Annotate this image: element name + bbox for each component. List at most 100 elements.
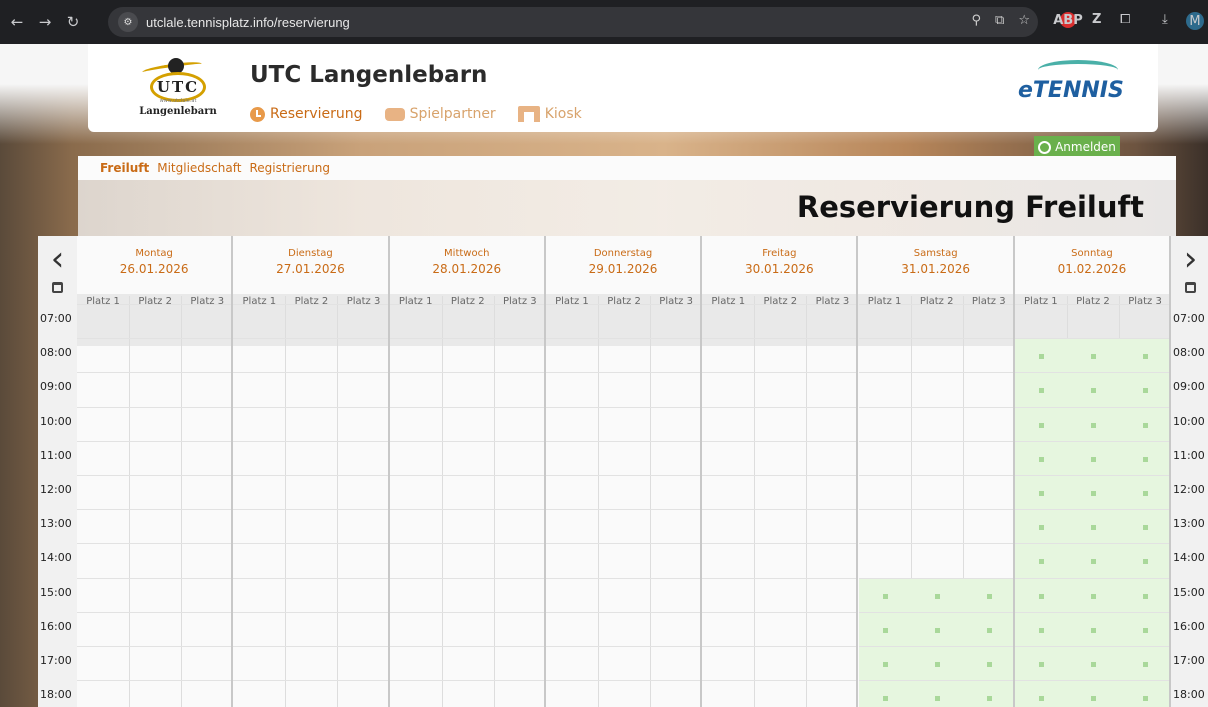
free-slot[interactable] xyxy=(1090,593,1096,599)
free-slot[interactable] xyxy=(1143,593,1149,599)
star-icon[interactable]: ☆ xyxy=(1018,13,1030,28)
time-label: 17:00 xyxy=(40,654,72,667)
free-slot[interactable] xyxy=(1038,456,1044,462)
free-slot[interactable] xyxy=(1038,696,1044,702)
time-label: 07:00 xyxy=(40,312,72,325)
day-column: Dienstag 27.01.2026 Platz 1 Platz 2 Platz 3 xyxy=(233,236,390,707)
address-bar[interactable]: ⚙ utclale.tennisplatz.info/reservierung … xyxy=(108,7,1038,37)
nav-item-kiosk[interactable]: Kiosk xyxy=(517,106,582,122)
clock-icon xyxy=(250,106,265,122)
free-slot[interactable] xyxy=(882,593,888,599)
adblock-icon[interactable]: ABP xyxy=(1053,12,1083,28)
free-slot[interactable] xyxy=(1038,354,1044,360)
free-slot[interactable] xyxy=(934,662,940,667)
free-slot[interactable] xyxy=(882,662,888,667)
free-slot[interactable] xyxy=(1038,662,1044,667)
free-slot[interactable] xyxy=(1038,627,1044,633)
free-slot[interactable] xyxy=(1090,559,1096,565)
free-slot[interactable] xyxy=(1038,559,1044,565)
calendar-icon[interactable] xyxy=(52,282,63,293)
free-slot[interactable] xyxy=(882,696,888,702)
reload-icon[interactable]: ↻ xyxy=(62,13,84,31)
club-title: UTC Langenlebarn xyxy=(250,62,488,88)
calendar-icon[interactable] xyxy=(1185,282,1196,293)
free-slot[interactable] xyxy=(1143,388,1149,394)
free-slot[interactable] xyxy=(934,627,940,633)
free-slot[interactable] xyxy=(1143,491,1149,496)
time-row xyxy=(233,440,388,475)
free-slot[interactable] xyxy=(1090,354,1096,360)
free-slot[interactable] xyxy=(882,627,888,633)
prev-week-button[interactable]: ‹ xyxy=(38,242,77,276)
time-row xyxy=(77,543,232,577)
handshake-icon xyxy=(384,107,405,121)
time-row xyxy=(233,338,388,372)
login-button[interactable]: Anmelden xyxy=(1034,136,1120,158)
free-slot[interactable] xyxy=(934,696,940,702)
free-slot[interactable] xyxy=(1143,456,1149,462)
time-row xyxy=(77,406,232,441)
free-slot[interactable] xyxy=(1090,456,1096,462)
free-slot[interactable] xyxy=(1090,422,1096,428)
zoom-icon[interactable]: ⚲ xyxy=(972,13,982,28)
next-week-button[interactable]: › xyxy=(1171,242,1208,276)
z-extension-icon[interactable]: Z xyxy=(1092,12,1101,27)
free-slot[interactable] xyxy=(1143,559,1149,565)
site-settings-icon[interactable]: ⚙ xyxy=(118,12,138,32)
time-label: 17:00 xyxy=(1173,654,1205,667)
download-icon[interactable]: ⤓ xyxy=(1162,12,1168,27)
url-text[interactable]: utclale.tennisplatz.info/reservierung xyxy=(146,15,350,30)
nav-item-reservierung[interactable]: Reservierung xyxy=(250,106,363,122)
time-row xyxy=(233,543,388,577)
time-row xyxy=(389,475,544,509)
free-slot[interactable] xyxy=(1143,422,1149,428)
back-icon[interactable]: ← xyxy=(6,13,28,31)
club-logo[interactable]: UTC www.utclale.at Langenlebarn xyxy=(134,58,224,120)
subnav-item-mitgliedschaft[interactable]: Mitgliedschaft xyxy=(157,161,241,175)
free-slot[interactable] xyxy=(1143,525,1149,531)
free-slot[interactable] xyxy=(1143,662,1149,667)
puzzle-icon[interactable]: ⧠ xyxy=(1120,12,1130,27)
free-slot[interactable] xyxy=(1143,354,1149,360)
free-slot[interactable] xyxy=(1038,388,1044,394)
time-label: 13:00 xyxy=(1173,517,1205,531)
time-row xyxy=(858,338,1013,372)
day-header: Freitag 30.01.2026 xyxy=(702,236,856,288)
cast-icon[interactable]: ⧉ xyxy=(995,13,1004,28)
time-row xyxy=(702,475,857,509)
time-label: 09:00 xyxy=(40,380,72,394)
free-slot[interactable] xyxy=(1038,593,1044,599)
free-slot[interactable] xyxy=(1090,662,1096,667)
free-slot[interactable] xyxy=(986,593,992,599)
subnav-item-freiluft[interactable]: Freiluft xyxy=(100,161,149,175)
profile-avatar[interactable]: M xyxy=(1186,12,1204,30)
forward-icon[interactable]: → xyxy=(34,13,56,31)
day-header: Samstag 31.01.2026 xyxy=(859,236,1013,288)
time-row xyxy=(389,372,544,406)
time-label: 16:00 xyxy=(1173,619,1205,633)
day-header: Donnerstag 29.01.2026 xyxy=(546,236,700,288)
free-slot[interactable] xyxy=(1090,491,1096,496)
free-slot[interactable] xyxy=(1143,696,1149,702)
free-slot[interactable] xyxy=(986,662,992,667)
time-row xyxy=(233,475,388,509)
free-slot[interactable] xyxy=(1090,627,1096,633)
time-label: 15:00 xyxy=(40,585,72,599)
free-slot[interactable] xyxy=(1090,696,1096,702)
free-slot[interactable] xyxy=(1038,491,1044,496)
free-slot[interactable] xyxy=(1090,388,1096,394)
free-slot[interactable] xyxy=(986,627,992,633)
free-slot[interactable] xyxy=(934,593,940,599)
free-slot[interactable] xyxy=(1038,525,1044,531)
etennis-logo[interactable]: eTENNIS xyxy=(1018,58,1128,106)
nav-item-spielpartner[interactable]: Spielpartner xyxy=(384,106,496,122)
free-slot[interactable] xyxy=(986,696,992,702)
time-row xyxy=(858,304,1013,338)
time-row xyxy=(77,611,232,646)
subnav-item-registrierung[interactable]: Registrierung xyxy=(249,161,330,175)
day-name: Montag xyxy=(135,248,173,259)
free-slot[interactable] xyxy=(1038,422,1044,428)
free-slot[interactable] xyxy=(1090,525,1096,531)
time-label: 12:00 xyxy=(1173,483,1205,496)
free-slot[interactable] xyxy=(1143,627,1149,633)
